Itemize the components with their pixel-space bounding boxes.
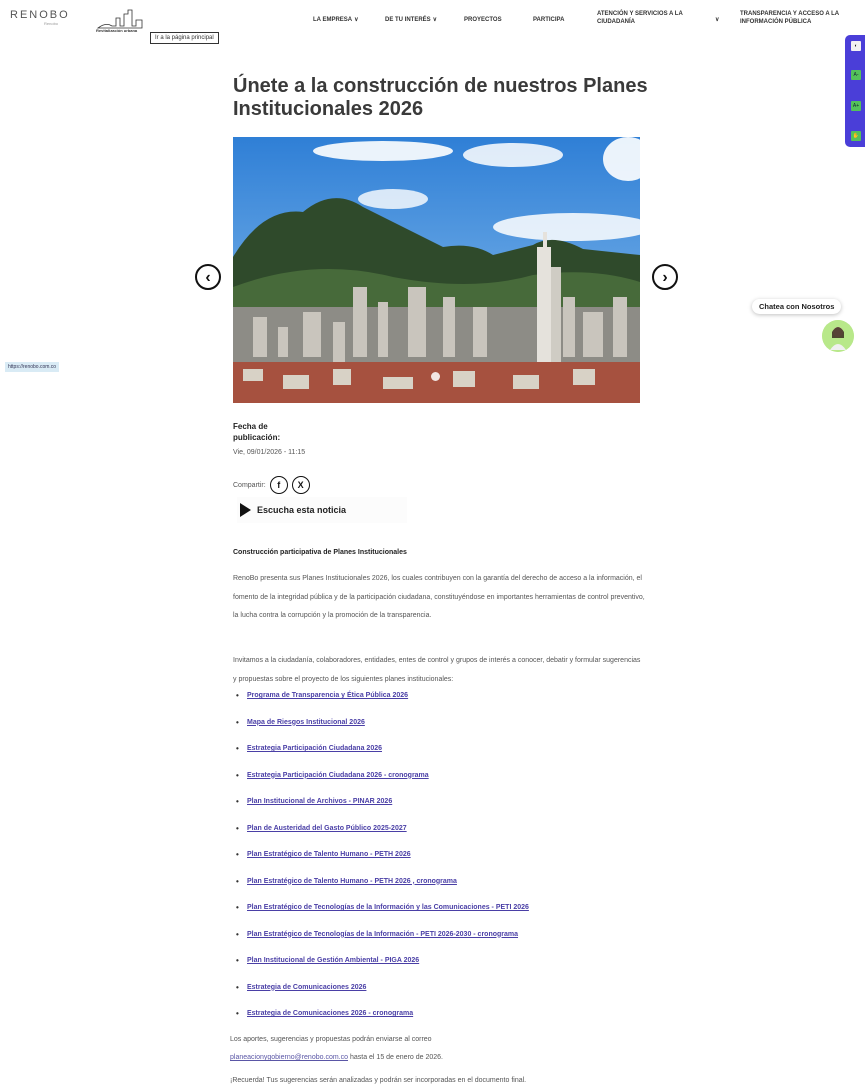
- plan-link[interactable]: Estrategia de Comunicaciones 2026 - cron…: [247, 1010, 413, 1017]
- logo-text: RENOBO: [10, 9, 70, 21]
- nav-label: DE TU INTERÉS: [385, 17, 431, 23]
- chat-avatar-icon[interactable]: [822, 320, 854, 352]
- list-item: Estrategia de Comunicaciones 2026: [233, 981, 643, 1008]
- section-heading: Construcción participativa de Planes Ins…: [233, 549, 407, 556]
- nav-item-atencion-chevron[interactable]: ∨: [713, 16, 719, 24]
- chevron-down-icon: ∨: [354, 17, 359, 23]
- logo2-caption: Revitalización urbana: [96, 28, 138, 33]
- deadline-text: hasta el 15 de enero de 2026.: [348, 1054, 443, 1061]
- nav-item-transparencia[interactable]: TRANSPARENCIA Y ACCESO A LA INFORMACIÓN …: [740, 10, 860, 26]
- x-share-icon[interactable]: X: [291, 476, 310, 494]
- nav-label: LA EMPRESA: [313, 17, 353, 23]
- list-item: Programa de Transparencia y Ética Públic…: [233, 689, 643, 716]
- reminder-text: ¡Recuerda! Tus sugerencias serán analiza…: [230, 1077, 527, 1084]
- increase-font-button[interactable]: A+: [851, 101, 861, 111]
- chevron-down-icon: ∨: [715, 17, 720, 23]
- nav-label: PROYECTOS: [464, 17, 502, 23]
- nav-label: TRANSPARENCIA Y ACCESO A LA INFORMACIÓN …: [740, 11, 839, 25]
- logo-subtext: Renobo: [44, 21, 59, 26]
- contrast-toggle-icon[interactable]: ◐: [851, 41, 861, 51]
- accessibility-toolbar: ◐ A- A+ ✋: [845, 35, 865, 147]
- invitation-paragraph: Invitamos a la ciudadanía, colaboradores…: [233, 657, 641, 683]
- decrease-font-button[interactable]: A-: [851, 70, 861, 80]
- nav-item-participa[interactable]: PARTICIPA: [533, 16, 564, 24]
- chevron-down-icon: ∨: [432, 17, 438, 23]
- facebook-share-icon[interactable]: f: [269, 476, 288, 494]
- plan-link[interactable]: Plan Estratégico de Tecnologías de la In…: [247, 904, 529, 911]
- carousel-next-button[interactable]: ›: [652, 264, 678, 290]
- nav-item-de-tu-interes[interactable]: DE TU INTERÉS ∨: [385, 16, 437, 24]
- page-title: Únete a la construcción de nuestros Plan…: [233, 75, 648, 120]
- site-header: RENOBO Renobo Revitalización urbana Ir a…: [0, 0, 865, 48]
- email-link[interactable]: planeacionygobierno@renobo.com.co: [230, 1054, 348, 1061]
- list-item: Plan Estratégico de Tecnologías de la In…: [233, 928, 643, 955]
- list-item: Plan Institucional de Archivos - PINAR 2…: [233, 795, 643, 822]
- plan-link[interactable]: Estrategia Participación Ciudadana 2026 …: [247, 772, 429, 779]
- list-item: Plan Estratégico de Tecnologías de la In…: [233, 901, 643, 928]
- plan-link[interactable]: Programa de Transparencia y Ética Públic…: [247, 692, 408, 699]
- nav-item-proyectos[interactable]: PROYECTOS: [464, 16, 502, 24]
- list-item: Mapa de Riesgos Institucional 2026: [233, 716, 643, 743]
- list-item: Plan de Austeridad del Gasto Público 202…: [233, 822, 643, 849]
- hero-image-bogota-city: [233, 137, 640, 403]
- carousel-indicator-dot[interactable]: [431, 372, 440, 381]
- share-bar: Compartir: f X: [233, 476, 310, 494]
- plan-link[interactable]: Plan Estratégico de Talento Humano - PET…: [247, 851, 411, 858]
- list-item: Estrategia de Comunicaciones 2026 - cron…: [233, 1007, 643, 1034]
- plan-link[interactable]: Plan Institucional de Gestión Ambiental …: [247, 957, 419, 964]
- listen-label: Escucha esta noticia: [257, 505, 347, 515]
- submission-info: Los aportes, sugerencias y propuestas po…: [230, 1036, 432, 1043]
- plan-link[interactable]: Estrategia de Comunicaciones 2026: [247, 984, 366, 991]
- plans-link-list: Programa de Transparencia y Ética Públic…: [233, 689, 643, 1034]
- intro-paragraph: RenoBo presenta sus Planes Institucional…: [233, 575, 645, 620]
- carousel-prev-button[interactable]: ‹: [195, 264, 221, 290]
- plan-link[interactable]: Mapa de Riesgos Institucional 2026: [247, 719, 365, 726]
- list-item: Plan Estratégico de Talento Humano - PET…: [233, 848, 643, 875]
- listen-article-button[interactable]: Escucha esta noticia: [237, 497, 407, 523]
- skip-to-main-link[interactable]: Ir a la página principal: [150, 32, 219, 44]
- plan-link[interactable]: Plan de Austeridad del Gasto Público 202…: [247, 825, 407, 832]
- plan-link[interactable]: Plan Estratégico de Tecnologías de la In…: [247, 931, 518, 938]
- plan-link[interactable]: Estrategia Participación Ciudadana 2026: [247, 745, 382, 752]
- nav-item-atencion[interactable]: ATENCIÓN Y SERVICIOS A LA CIUDADANÍA: [597, 10, 702, 26]
- share-label: Compartir:: [233, 481, 266, 489]
- status-url-tooltip: https://renobo.com.co: [5, 362, 60, 372]
- nav-item-la-empresa[interactable]: LA EMPRESA ∨: [313, 16, 359, 24]
- publication-date: Vie, 09/01/2026 - 11:15: [233, 449, 306, 456]
- nav-label: ATENCIÓN Y SERVICIOS A LA CIUDADANÍA: [597, 11, 683, 25]
- list-item: Plan Estratégico de Talento Humano - PET…: [233, 875, 643, 902]
- chat-label[interactable]: Chatea con Nosotros: [752, 299, 842, 314]
- publication-date-label: Fecha de publicación:: [233, 422, 281, 442]
- plan-link[interactable]: Plan Institucional de Archivos - PINAR 2…: [247, 798, 392, 805]
- list-item: Plan Institucional de Gestión Ambiental …: [233, 954, 643, 981]
- renobo-logo[interactable]: RENOBO: [10, 9, 70, 21]
- list-item: Estrategia Participación Ciudadana 2026 …: [233, 769, 643, 796]
- list-item: Estrategia Participación Ciudadana 2026: [233, 742, 643, 769]
- plan-link[interactable]: Plan Estratégico de Talento Humano - PET…: [247, 878, 457, 885]
- submission-deadline: planeacionygobierno@renobo.com.co hasta …: [230, 1054, 443, 1061]
- play-icon: [240, 503, 251, 517]
- nav-label: PARTICIPA: [533, 17, 565, 23]
- sign-language-icon[interactable]: ✋: [851, 131, 861, 141]
